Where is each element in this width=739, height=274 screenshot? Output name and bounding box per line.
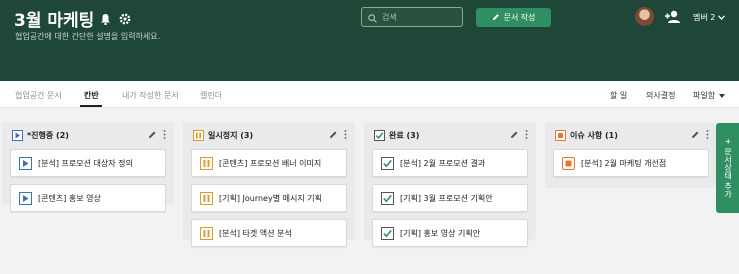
workspace-tabs: 협업공간 문서 칸반 내가 작성한 문서 캘린더 할 일 의사결정 파일함 [0,81,739,108]
tab-kanban[interactable]: 칸반 [84,90,99,101]
column-header: 완료 (3) [364,122,536,149]
card-title: [콘텐츠] 홍보 영상 [38,193,101,203]
column-title: *진행중 (2) [27,131,69,140]
add-status-label: + 문서상태 추가 [723,138,733,198]
kanban-column-in-progress: *진행중 (2) [분석] 프로모션 대상자 정의 [콘텐츠] 홍보 영상 [2,122,174,212]
search-input[interactable] [382,12,458,22]
kanban-card[interactable]: [분석] 프로모션 대상자 정의 [10,149,166,177]
pause-icon [193,130,204,141]
card-title: [기획] 홍보 영상 기획안 [400,228,481,238]
checkbox-icon [381,226,394,240]
more-options-icon[interactable] [525,130,528,141]
search-box[interactable] [361,7,463,27]
workspace-title-row: 3월 마케팅 [14,6,132,31]
tab-workspace-docs[interactable]: 협업공간 문서 [15,90,62,101]
chevron-down-icon [718,13,726,22]
play-icon [12,130,23,141]
more-options-icon[interactable] [163,130,166,141]
workspace-header: 3월 마케팅 협업공간에 대한 간단한 설명을 입력하세요. 문서 작성 멤버 … [0,0,739,81]
new-document-button[interactable]: 문서 작성 [476,8,551,27]
card-title: [기획] 3월 프로모션 기획안 [400,193,493,203]
column-header: 이슈 사항 (1) [545,122,717,149]
more-options-icon[interactable] [706,130,709,141]
members-dropdown[interactable]: 멤버 2 [693,12,726,23]
kanban-card[interactable]: [콘텐츠] 홍보 영상 [10,184,166,212]
gear-icon[interactable] [117,11,132,26]
kanban-card[interactable]: [분석] 2월 프로모션 결과 [372,149,528,177]
card-title: [기획] Journey별 메시지 기획 [219,193,322,203]
card-title: [분석] 2월 프로모션 결과 [400,158,486,168]
kanban-card[interactable]: [분석] 2월 마케팅 개선점 [553,149,709,177]
tab-todo[interactable]: 할 일 [610,90,627,101]
checkbox-icon [374,130,385,141]
play-icon [19,156,32,170]
files-label: 파일함 [693,91,716,100]
add-status-button[interactable]: + 문서상태 추가 [716,123,739,213]
column-header: *진행중 (2) [2,122,174,149]
tab-files[interactable]: 파일함 [693,90,726,101]
column-header: 일시정지 (3) [183,122,355,149]
workspace-description[interactable]: 협업공간에 대한 간단한 설명을 입력하세요. [15,31,160,42]
edit-pencil-icon[interactable] [691,130,700,141]
issue-icon [562,156,575,170]
issue-icon [555,130,566,141]
column-title: 일시정지 (3) [208,131,254,140]
column-title: 완료 (3) [389,131,420,140]
edit-pencil-icon[interactable] [148,130,157,141]
avatar[interactable] [635,7,654,26]
active-tab-indicator [80,105,102,107]
kanban-column-paused: 일시정지 (3) [콘텐츠] 프로모션 배너 이미지 [기획] Journey별… [183,122,355,247]
kanban-board: *진행중 (2) [분석] 프로모션 대상자 정의 [콘텐츠] 홍보 영상 일시… [0,108,739,274]
checkbox-icon [381,156,394,170]
kanban-card[interactable]: [기획] Journey별 메시지 기획 [191,184,347,212]
card-title: [콘텐츠] 프로모션 배너 이미지 [219,158,322,168]
new-document-label: 문서 작성 [503,13,536,22]
pause-icon [200,226,213,240]
kanban-card[interactable]: [기획] 3월 프로모션 기획안 [372,184,528,212]
caret-down-icon [719,93,726,98]
tab-calendar[interactable]: 캘린더 [200,90,222,101]
pencil-icon [492,13,500,23]
play-icon [19,191,32,205]
card-title: [분석] 2월 마케팅 개선점 [581,158,667,168]
kanban-column-done: 완료 (3) [분석] 2월 프로모션 결과 [기획] 3월 프로모션 기획안 … [364,122,536,247]
card-title: [분석] 프로모션 대상자 정의 [38,158,133,168]
kanban-card[interactable]: [콘텐츠] 프로모션 배너 이미지 [191,149,347,177]
more-options-icon[interactable] [344,130,347,141]
bell-icon[interactable] [98,11,113,26]
kanban-card[interactable]: [분석] 타겟 액션 분석 [191,219,347,247]
kanban-card[interactable]: [기획] 홍보 영상 기획안 [372,219,528,247]
tab-decisions[interactable]: 의사결정 [646,90,675,101]
add-user-icon[interactable] [664,8,682,26]
edit-pencil-icon[interactable] [329,130,338,141]
card-title: [분석] 타겟 액션 분석 [219,228,292,238]
checkbox-icon [381,191,394,205]
pause-icon [200,191,213,205]
pause-icon [200,156,213,170]
workspace-title: 3월 마케팅 [14,11,95,31]
column-title: 이슈 사항 (1) [570,131,618,140]
search-icon [368,8,377,27]
members-label: 멤버 2 [693,13,716,22]
edit-pencil-icon[interactable] [510,130,519,141]
tab-my-docs[interactable]: 내가 작성한 문서 [122,90,179,101]
kanban-column-issues: 이슈 사항 (1) [분석] 2월 마케팅 개선점 [545,122,717,188]
